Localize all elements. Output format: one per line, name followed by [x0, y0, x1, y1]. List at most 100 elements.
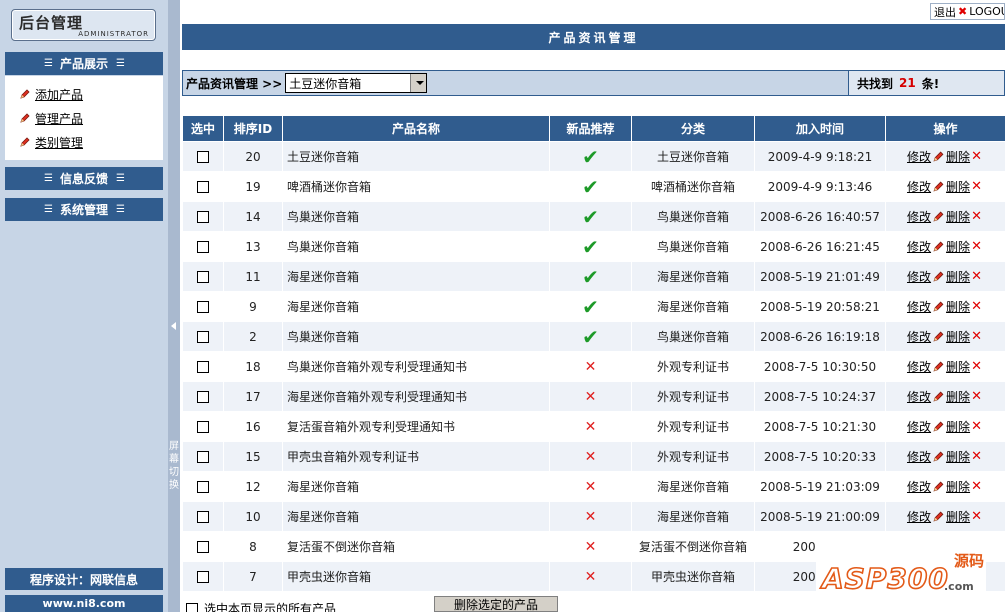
edit-pencil-icon[interactable]: [932, 360, 945, 373]
close-icon: ✖: [958, 5, 968, 18]
row-checkbox[interactable]: [197, 151, 209, 163]
delete-link[interactable]: 删除: [946, 298, 970, 315]
delete-link[interactable]: 删除: [946, 148, 970, 165]
delete-link[interactable]: 删除: [946, 388, 970, 405]
row-checkbox[interactable]: [197, 571, 209, 583]
menu-product-display[interactable]: ☰ 产品展示 ☰: [5, 52, 163, 75]
checkbox[interactable]: [186, 602, 198, 612]
delete-icon[interactable]: ✕: [971, 299, 982, 314]
sidebar-item-label[interactable]: 类别管理: [35, 134, 83, 151]
row-checkbox[interactable]: [197, 211, 209, 223]
edit-link[interactable]: 修改: [907, 268, 931, 285]
edit-link[interactable]: 修改: [907, 178, 931, 195]
edit-pencil-icon[interactable]: [932, 180, 945, 193]
table-body: 20 土豆迷你音箱 ✔ 土豆迷你音箱 2009-4-9 9:18:21 修改 删除 ✕ 19 啤酒…: [182, 141, 1005, 592]
edit-pencil-icon[interactable]: [932, 270, 945, 283]
edit-link[interactable]: 修改: [907, 568, 931, 585]
menu-system[interactable]: ☰ 系统管理 ☰: [5, 198, 163, 221]
delete-icon[interactable]: ✕: [971, 269, 982, 284]
edit-pencil-icon[interactable]: [932, 330, 945, 343]
sidebar-item-label[interactable]: 管理产品: [35, 110, 83, 127]
delete-link[interactable]: 删除: [946, 538, 970, 555]
edit-pencil-icon[interactable]: [932, 450, 945, 463]
row-recommended: ✕: [549, 351, 632, 382]
collapse-arrow-icon[interactable]: [171, 322, 176, 330]
delete-link[interactable]: 删除: [946, 208, 970, 225]
edit-link[interactable]: 修改: [907, 328, 931, 345]
edit-pencil-icon[interactable]: [932, 150, 945, 163]
delete-link[interactable]: 删除: [946, 268, 970, 285]
edit-link[interactable]: 修改: [907, 448, 931, 465]
row-checkbox[interactable]: [197, 421, 209, 433]
chevron-down-icon[interactable]: [410, 74, 427, 92]
logout-button[interactable]: 退出 ✖ LOGOUT: [930, 3, 1005, 20]
row-checkbox[interactable]: [197, 301, 209, 313]
delete-link[interactable]: 删除: [946, 358, 970, 375]
row-select-cell: [182, 501, 224, 532]
delete-link[interactable]: 删除: [946, 418, 970, 435]
delete-icon[interactable]: ✕: [971, 209, 982, 224]
edit-pencil-icon[interactable]: [932, 510, 945, 523]
delete-link[interactable]: 删除: [946, 448, 970, 465]
delete-selected-button[interactable]: 删除选定的产品: [434, 596, 558, 612]
delete-icon[interactable]: ✕: [971, 179, 982, 194]
delete-icon[interactable]: ✕: [971, 479, 982, 494]
delete-link[interactable]: 删除: [946, 178, 970, 195]
row-checkbox[interactable]: [197, 271, 209, 283]
edit-link[interactable]: 修改: [907, 358, 931, 375]
row-checkbox[interactable]: [197, 481, 209, 493]
delete-icon[interactable]: ✕: [971, 149, 982, 164]
edit-link[interactable]: 修改: [907, 298, 931, 315]
edit-link[interactable]: 修改: [907, 148, 931, 165]
row-actions: 修改 删除 ✕: [885, 471, 1005, 502]
row-checkbox[interactable]: [197, 451, 209, 463]
row-checkbox[interactable]: [197, 511, 209, 523]
delete-icon[interactable]: ✕: [971, 359, 982, 374]
edit-link[interactable]: 修改: [907, 508, 931, 525]
row-checkbox[interactable]: [197, 391, 209, 403]
delete-icon[interactable]: ✕: [971, 419, 982, 434]
delete-icon[interactable]: ✕: [971, 509, 982, 524]
delete-icon[interactable]: ✕: [971, 389, 982, 404]
edit-pencil-icon[interactable]: [932, 300, 945, 313]
sidebar-item-category-manage[interactable]: 类别管理: [19, 133, 83, 151]
row-checkbox[interactable]: [197, 181, 209, 193]
screen-toggle-splitter[interactable]: 屏幕切换: [168, 0, 180, 612]
delete-icon[interactable]: ✕: [971, 449, 982, 464]
row-checkbox[interactable]: [197, 241, 209, 253]
row-checkbox[interactable]: [197, 331, 209, 343]
edit-link[interactable]: 修改: [907, 388, 931, 405]
select-all-checkbox[interactable]: 选中本页显示的所有产品: [186, 600, 336, 612]
row-actions: 修改 删除 ✕: [885, 561, 1005, 592]
sidebar-item-label[interactable]: 添加产品: [35, 86, 83, 103]
edit-pencil-icon[interactable]: [932, 570, 945, 583]
edit-link[interactable]: 修改: [907, 478, 931, 495]
sidebar-item-add-product[interactable]: 添加产品: [19, 85, 83, 103]
edit-pencil-icon[interactable]: [932, 390, 945, 403]
row-time: 2008-6-26 16:21:45: [754, 231, 886, 262]
menu-bars-icon: ☰: [116, 58, 125, 69]
delete-link[interactable]: 删除: [946, 568, 970, 585]
row-checkbox[interactable]: [197, 361, 209, 373]
edit-link[interactable]: 修改: [907, 418, 931, 435]
delete-icon[interactable]: ✕: [971, 329, 982, 344]
edit-pencil-icon[interactable]: [932, 210, 945, 223]
delete-icon[interactable]: ✕: [971, 569, 982, 584]
edit-pencil-icon[interactable]: [932, 240, 945, 253]
edit-pencil-icon[interactable]: [932, 540, 945, 553]
edit-link[interactable]: 修改: [907, 538, 931, 555]
delete-link[interactable]: 删除: [946, 508, 970, 525]
row-checkbox[interactable]: [197, 541, 209, 553]
delete-link[interactable]: 删除: [946, 238, 970, 255]
sidebar-item-manage-product[interactable]: 管理产品: [19, 109, 83, 127]
edit-link[interactable]: 修改: [907, 208, 931, 225]
edit-link[interactable]: 修改: [907, 238, 931, 255]
delete-link[interactable]: 删除: [946, 478, 970, 495]
edit-pencil-icon[interactable]: [932, 420, 945, 433]
delete-icon[interactable]: ✕: [971, 239, 982, 254]
menu-feedback[interactable]: ☰ 信息反馈 ☰: [5, 167, 163, 190]
category-select[interactable]: 土豆迷你音箱: [285, 73, 428, 93]
edit-pencil-icon[interactable]: [932, 480, 945, 493]
delete-link[interactable]: 删除: [946, 328, 970, 345]
delete-icon[interactable]: ✕: [971, 539, 982, 554]
